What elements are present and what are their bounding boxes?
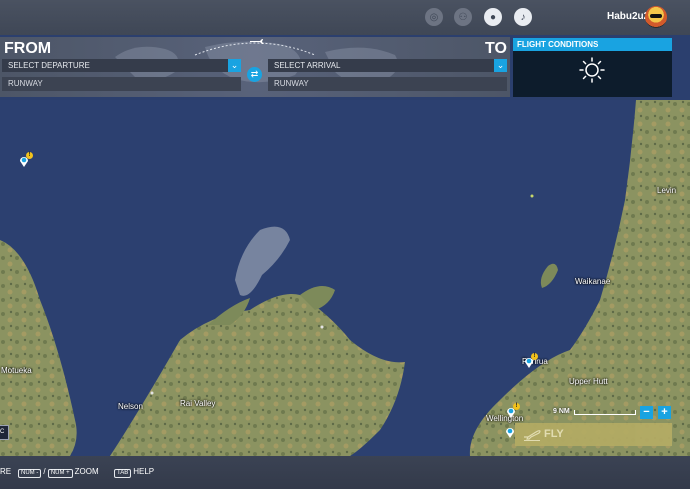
departure-select-label: SELECT DEPARTURE xyxy=(8,61,90,70)
arrival-select[interactable]: SELECT ARRIVAL ⌄ xyxy=(268,59,507,72)
world-map[interactable]: Levin Waikanae Porirua Upper Hutt Wellin… xyxy=(0,100,690,456)
map-scale-label: 9 NM xyxy=(553,408,570,415)
map-label-nelson: Nelson xyxy=(118,402,143,411)
bottom-key-bar: RE NUM - / NUM + ZOOM TAB HELP xyxy=(0,456,690,489)
zoom-in-button[interactable]: + xyxy=(658,406,671,419)
warning-icon: ! xyxy=(531,353,538,360)
key-num-plus: NUM + xyxy=(47,469,73,478)
warning-icon: ! xyxy=(513,403,520,410)
map-label-motueka: Motueka xyxy=(1,366,32,375)
warning-icon: ! xyxy=(26,152,33,159)
map-side-button[interactable]: C xyxy=(0,425,9,440)
help-hint-label: HELP xyxy=(133,467,155,476)
sun-icon xyxy=(579,57,605,83)
flight-conditions-panel[interactable]: FLIGHT CONDITIONS xyxy=(513,38,672,97)
map-label-levin: Levin xyxy=(657,186,677,195)
friends-icon[interactable]: ⚇ xyxy=(454,8,472,26)
avatar[interactable] xyxy=(645,6,667,28)
arrival-runway[interactable]: RUNWAY xyxy=(268,77,507,91)
map-label-rai-valley: Rai Valley xyxy=(180,399,216,408)
airplane-takeoff-icon xyxy=(524,430,541,441)
arrival-select-label: SELECT ARRIVAL xyxy=(274,61,341,70)
profile-icon[interactable]: ● xyxy=(484,8,502,26)
zoom-separator: / xyxy=(43,467,46,476)
map-label-waikanae: Waikanae xyxy=(575,277,611,286)
chevron-down-icon[interactable]: ⌄ xyxy=(494,59,507,72)
swap-airports-button[interactable]: ⇄ xyxy=(247,67,262,82)
departure-select[interactable]: SELECT DEPARTURE ⌄ xyxy=(2,59,241,72)
username[interactable]: Habu2u2 xyxy=(607,11,649,22)
flight-panel: FROM TO SELECT DEPARTURE ⌄ RUNWAY ⇄ SELE… xyxy=(0,37,510,97)
help-key-hint[interactable]: TAB HELP xyxy=(114,467,154,478)
zoom-out-button[interactable]: − xyxy=(640,406,653,419)
key-tab: TAB xyxy=(114,469,132,478)
flight-path-arc xyxy=(194,39,316,56)
map-scale-bar xyxy=(574,410,636,415)
notifications-icon[interactable]: ♪ xyxy=(514,8,532,26)
map-label-upper-hutt: Upper Hutt xyxy=(569,377,608,386)
airport-pin-icon[interactable] xyxy=(505,426,515,438)
achievements-icon[interactable]: ◎ xyxy=(425,8,443,26)
fly-button[interactable]: FLY xyxy=(515,423,672,446)
map-label-wellington: Wellington xyxy=(486,414,524,423)
departure-runway[interactable]: RUNWAY xyxy=(2,77,241,91)
zoom-hint-label: ZOOM xyxy=(74,467,99,476)
from-label: FROM xyxy=(4,40,52,57)
departure-runway-label: RUNWAY xyxy=(8,79,43,88)
key-num-minus: NUM - xyxy=(18,469,42,478)
zoom-key-hint[interactable]: NUM - / NUM + ZOOM xyxy=(18,467,99,478)
cut-key-hint: RE xyxy=(0,467,12,476)
top-bar: ◎ ⚇ ● ♪ Habu2u2 xyxy=(0,0,690,35)
flight-conditions-title: FLIGHT CONDITIONS xyxy=(513,38,672,51)
chevron-down-icon[interactable]: ⌄ xyxy=(228,59,241,72)
to-label: TO xyxy=(485,40,507,57)
arrival-runway-label: RUNWAY xyxy=(274,79,309,88)
fly-button-label: FLY xyxy=(544,428,564,440)
